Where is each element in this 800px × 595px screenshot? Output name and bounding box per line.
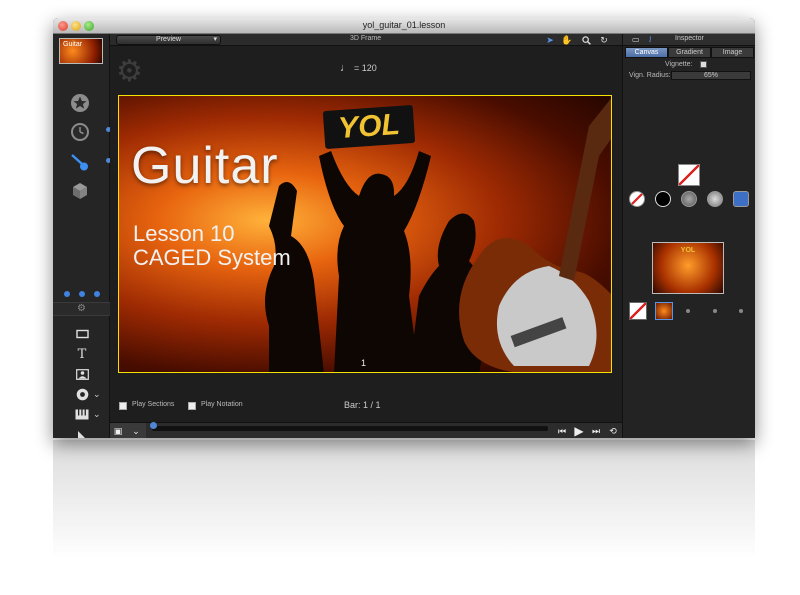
no-fill-preview-icon <box>678 164 700 186</box>
vignette-label: Vignette: <box>665 61 693 68</box>
inspector-header: ▭ i Inspector <box>623 34 755 46</box>
rectangle-tool-icon[interactable] <box>73 326 91 342</box>
chevron-down-icon[interactable]: ⌄ <box>93 409 103 419</box>
record-tool-icon[interactable] <box>73 386 91 402</box>
export-tool-icon[interactable] <box>73 427 91 438</box>
preview-mode-select[interactable]: Preview ▾ <box>116 35 221 45</box>
frame-mode-label: 3D Frame <box>350 35 382 42</box>
inspector-title: Inspector <box>675 35 704 42</box>
selected-image-tile[interactable] <box>655 302 673 320</box>
screen-icon: ▣ <box>113 425 123 436</box>
page-number: 1 <box>361 358 367 368</box>
tools-header: ⚙ <box>53 302 110 316</box>
lesson-thumbnail-label: Guitar <box>63 41 83 48</box>
lesson-thumbnail[interactable]: Guitar <box>59 38 103 64</box>
light-gray-swatch[interactable] <box>707 191 723 207</box>
tab-gradient[interactable]: Gradient <box>668 47 711 58</box>
empty-slot-dot[interactable] <box>686 309 690 313</box>
empty-slot-dot[interactable] <box>713 309 717 313</box>
clock-icon[interactable] <box>69 121 91 143</box>
info-icon[interactable]: i <box>649 35 652 44</box>
pager-dot[interactable] <box>63 291 70 297</box>
background-image-label: YOL <box>680 247 696 254</box>
play-notation-label: Play Notation <box>201 401 243 408</box>
tab-image[interactable]: Image <box>711 47 754 58</box>
tab-canvas[interactable]: Canvas <box>625 47 668 58</box>
window-reflection <box>53 440 755 560</box>
chevron-down-icon[interactable]: ⌄ <box>93 389 103 399</box>
play-sections-label: Play Sections <box>132 401 175 408</box>
yol-sign-text: YOL <box>337 107 401 146</box>
pager-dot[interactable] <box>93 291 100 297</box>
bar-readout: Bar: 1 / 1 <box>344 400 381 410</box>
play-icon[interactable]: ▶ <box>573 424 585 438</box>
chevron-down-icon: ▾ <box>213 36 217 43</box>
skip-forward-icon[interactable]: ⏭ <box>590 425 602 437</box>
inspector-tabs: Canvas Gradient Image <box>625 47 754 58</box>
image-swatch[interactable] <box>733 191 749 207</box>
main-canvas-area: Preview ▾ 3D Frame ➤ ✋ ↻ ⚙ ♩ = 120 YOL G… <box>110 34 622 438</box>
no-color-swatch[interactable] <box>629 191 645 207</box>
lesson-subtitle-line2: CAGED System <box>133 245 291 270</box>
timeline-scrubber[interactable] <box>152 426 548 431</box>
pointer-tool-icon[interactable]: ➤ <box>544 34 556 46</box>
no-image-tile[interactable] <box>629 302 647 320</box>
pager-dot[interactable] <box>78 291 85 297</box>
inspector-panel: ▭ i Inspector Canvas Gradient Image Vign… <box>622 34 755 438</box>
vignette-radius-label: Vign. Radius: <box>629 72 671 79</box>
yol-sign: YOL <box>322 104 416 150</box>
silhouette <box>265 182 324 372</box>
background-image-preview[interactable]: YOL <box>652 242 724 294</box>
vignette-checkbox[interactable] <box>700 61 707 68</box>
display-icon[interactable]: ▭ <box>632 35 640 44</box>
keyboard-tool-icon[interactable] <box>73 406 91 422</box>
small-gear-icon[interactable]: ⚙ <box>77 303 86 314</box>
vignette-radius-field[interactable]: 65% <box>671 71 751 80</box>
play-notation-checkbox[interactable] <box>188 402 196 410</box>
guitar-icon[interactable] <box>69 152 91 174</box>
gray-swatch[interactable] <box>681 191 697 207</box>
playhead-handle[interactable] <box>150 422 157 429</box>
title-bar: yol_guitar_01.lesson <box>53 18 755 34</box>
preview-mode-label: Preview <box>156 36 181 43</box>
playback-options: Play Sections Play Notation Bar: 1 / 1 <box>110 388 622 410</box>
cube-icon[interactable] <box>69 180 91 202</box>
lesson-title: Guitar <box>131 137 279 195</box>
lesson-subtitle-line1: Lesson 10 <box>133 221 235 246</box>
text-tool-icon[interactable]: T <box>73 346 91 362</box>
chevron-down-icon: ⌄ <box>132 425 140 436</box>
pager-dots <box>53 291 110 297</box>
canvas-toolbar: Preview ▾ 3D Frame ➤ ✋ ↻ <box>110 34 622 46</box>
timeline: ▣ ⌄ ⏮ ▶ ⏭ ⟲ <box>110 422 622 438</box>
timeline-mode-menu[interactable]: ▣ ⌄ <box>110 423 146 438</box>
tempo-value: = 120 <box>354 63 377 73</box>
hand-tool-icon[interactable]: ✋ <box>561 34 573 46</box>
star-icon[interactable] <box>69 92 91 114</box>
left-sidebar: Guitar ⚙ T ⌄ ⌄ <box>53 34 111 438</box>
guitar-neck <box>559 98 611 281</box>
empty-slot-dot[interactable] <box>739 309 743 313</box>
tempo-display: ♩ = 120 <box>340 62 377 74</box>
image-tool-icon[interactable] <box>73 366 91 382</box>
loop-icon[interactable]: ⟲ <box>607 425 619 437</box>
skip-back-icon[interactable]: ⏮ <box>556 425 568 437</box>
refresh-icon[interactable]: ↻ <box>598 34 610 46</box>
lesson-stage[interactable]: YOL Guitar Lesson 10 CAGED System 1 <box>118 95 612 373</box>
window-title: yol_guitar_01.lesson <box>362 20 446 30</box>
play-sections-checkbox[interactable] <box>119 402 127 410</box>
app-window: yol_guitar_01.lesson Guitar ⚙ T ⌄ ⌄ Prev… <box>53 18 755 438</box>
zoom-icon[interactable] <box>580 34 592 46</box>
black-swatch[interactable] <box>655 191 671 207</box>
quarter-note-icon: ♩ <box>340 62 351 74</box>
settings-gear-icon[interactable]: ⚙ <box>116 56 148 88</box>
